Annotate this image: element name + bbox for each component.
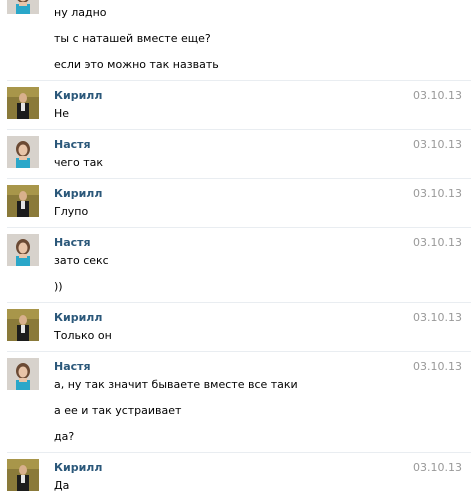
message-text: ну ладно xyxy=(54,6,107,19)
message-text: )) xyxy=(54,280,63,293)
message-text: Глупо xyxy=(54,205,89,218)
message-divider xyxy=(7,178,471,179)
message-text: да? xyxy=(54,430,75,443)
message-text: зато секс xyxy=(54,254,109,267)
message-author[interactable]: Настя xyxy=(54,138,91,151)
message-author[interactable]: Кирилл xyxy=(54,461,102,474)
message-text: Только он xyxy=(54,329,112,342)
message-author[interactable]: Кирилл xyxy=(54,311,102,324)
message-date: 03.10.13 xyxy=(413,138,462,151)
message-date: 03.10.13 xyxy=(413,311,462,324)
message-text: а, ну так значит бываете вместе все таки xyxy=(54,378,298,391)
message-date: 03.10.13 xyxy=(413,461,462,474)
avatar-kirill[interactable] xyxy=(7,185,39,217)
message-date: 03.10.13 xyxy=(413,187,462,200)
avatar-kirill[interactable] xyxy=(7,309,39,341)
message-divider xyxy=(7,351,471,352)
avatar-nastya[interactable] xyxy=(7,136,39,168)
message-author[interactable]: Кирилл xyxy=(54,187,102,200)
message-divider xyxy=(7,302,471,303)
message-text: чего так xyxy=(54,156,104,169)
avatar-nastya[interactable] xyxy=(7,234,39,266)
message-text: если это можно так назвать xyxy=(54,58,219,71)
message-date: 03.10.13 xyxy=(413,236,462,249)
chat-history: ну ладно ты с наташей вместе еще? если э… xyxy=(0,0,471,497)
avatar-kirill[interactable] xyxy=(7,459,39,491)
message-divider xyxy=(7,80,471,81)
message-text: Да xyxy=(54,479,70,492)
message-author[interactable]: Настя xyxy=(54,236,91,249)
message-author[interactable]: Кирилл xyxy=(54,89,102,102)
message-date: 03.10.13 xyxy=(413,89,462,102)
message-divider xyxy=(7,129,471,130)
avatar-nastya[interactable] xyxy=(7,0,39,14)
avatar-kirill[interactable] xyxy=(7,87,39,119)
message-date: 03.10.13 xyxy=(413,360,462,373)
message-text: а ее и так устраивает xyxy=(54,404,182,417)
avatar-nastya[interactable] xyxy=(7,358,39,390)
message-author[interactable]: Настя xyxy=(54,360,91,373)
message-text: Не xyxy=(54,107,70,120)
message-divider xyxy=(7,452,471,453)
message-divider xyxy=(7,227,471,228)
message-text: ты с наташей вместе еще? xyxy=(54,32,211,45)
